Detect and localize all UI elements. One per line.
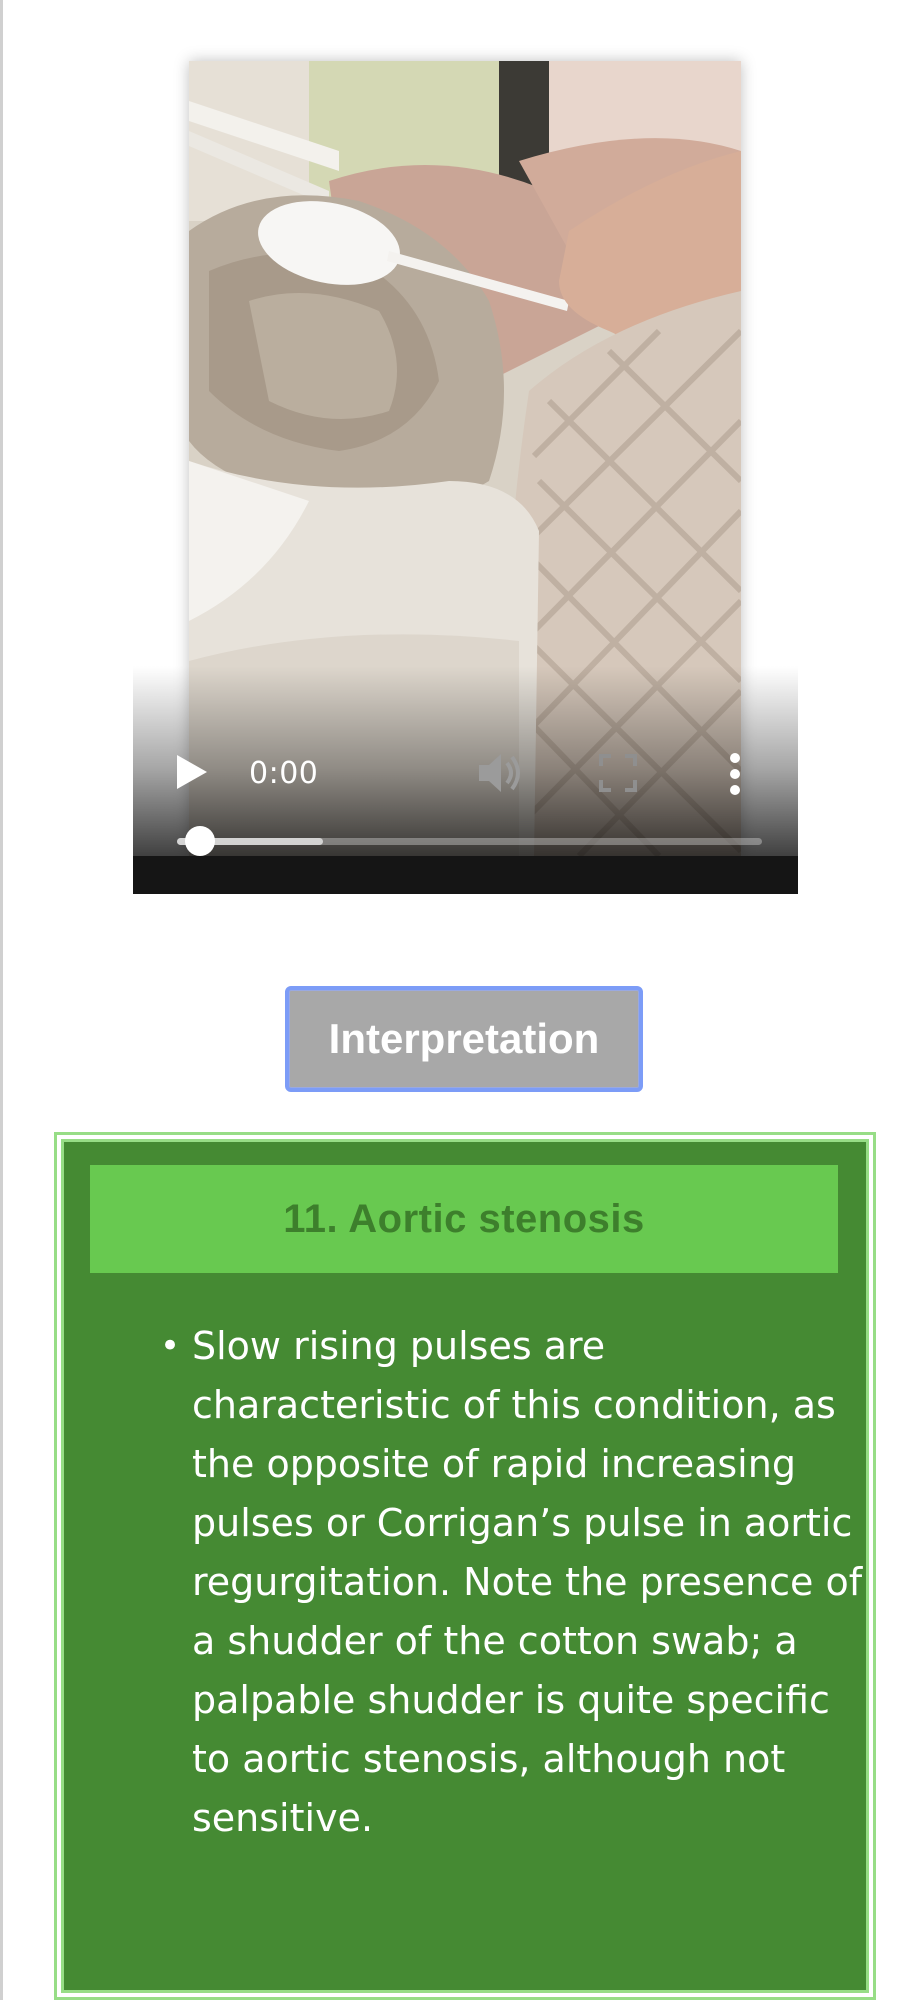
more-vertical-icon (730, 753, 740, 795)
volume-muted-icon (479, 754, 520, 792)
interpretation-button[interactable]: Interpretation (285, 986, 643, 1092)
bullet-icon: • (160, 1326, 181, 1366)
answer-panel-body: 11. Aortic stenosis • Slow rising pulses… (61, 1139, 869, 1993)
more-options-button[interactable] (729, 752, 741, 796)
list-item: • Slow rising pulses are characteristic … (160, 1317, 872, 1848)
controls-bar (133, 856, 798, 894)
video-thumbnail-image (189, 61, 741, 856)
answer-title: 11. Aortic stenosis (90, 1165, 838, 1273)
page: 0:00 Interpretation 11. Aortic stenosis … (0, 0, 924, 2000)
mute-button[interactable] (477, 750, 525, 796)
current-time: 0:00 (249, 756, 319, 791)
seek-bar[interactable] (177, 826, 762, 856)
play-icon (177, 755, 207, 789)
fullscreen-icon (599, 754, 637, 792)
fullscreen-button[interactable] (599, 754, 637, 792)
page-left-border (0, 0, 3, 2000)
answer-list: • Slow rising pulses are characteristic … (64, 1317, 872, 1848)
play-button[interactable] (175, 753, 209, 791)
video-player[interactable]: 0:00 (133, 56, 798, 894)
video-frame[interactable] (189, 61, 741, 856)
answer-text: Slow rising pulses are characteristic of… (192, 1324, 863, 1840)
answer-panel: 11. Aortic stenosis • Slow rising pulses… (54, 1132, 876, 2000)
